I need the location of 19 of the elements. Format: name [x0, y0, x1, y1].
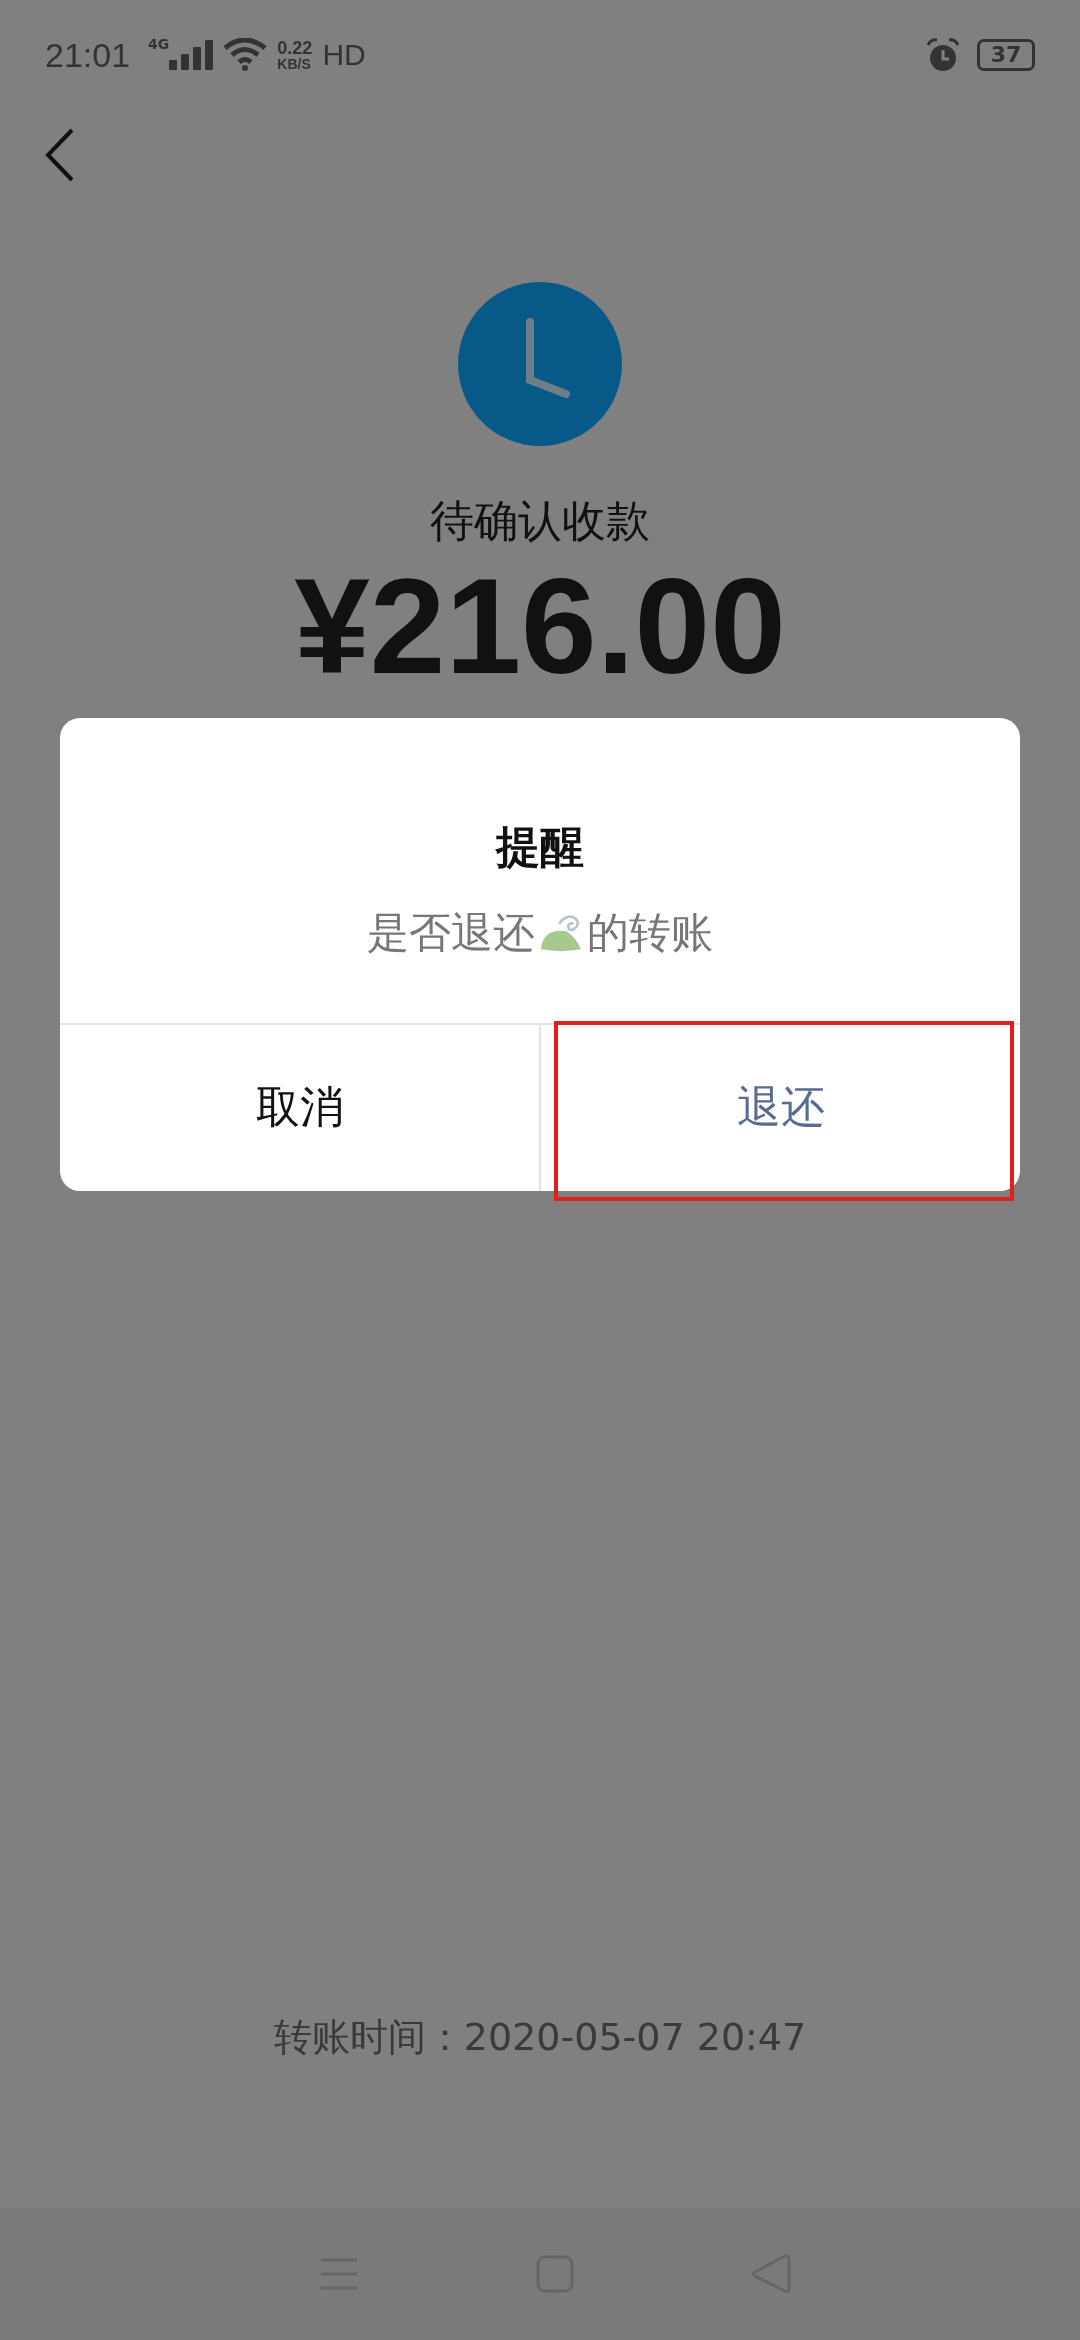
payment-status: 待确认收款 [430, 494, 650, 548]
leaf-icon [539, 912, 583, 953]
status-time: 21:01 [45, 35, 131, 75]
speed-value: 0.22 [277, 39, 313, 57]
hd-label: HD [322, 38, 366, 72]
clock-icon [458, 282, 622, 446]
alarm-icon [925, 37, 961, 73]
cancel-button[interactable]: 取消 [60, 1024, 541, 1191]
wifi-icon [223, 38, 268, 72]
dialog-message: 是否退还 的转账 [366, 906, 714, 959]
network-type: 4G [148, 36, 170, 52]
battery-indicator: 37 [977, 39, 1035, 71]
return-button[interactable]: 退还 [541, 1024, 1020, 1191]
signal-icon [169, 40, 214, 70]
back-icon[interactable] [45, 128, 75, 182]
transfer-time: 转账时间：2020-05-07 20:47 [272, 2014, 808, 2061]
dialog-title: 提醒 [494, 819, 585, 874]
speed-unit: KB/S [277, 57, 312, 71]
amount: ¥216.00 [294, 555, 786, 698]
